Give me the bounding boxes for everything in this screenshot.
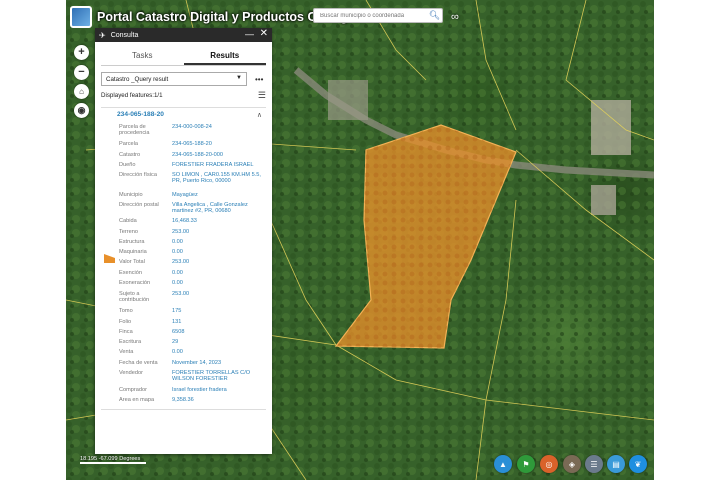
attr-value: 6508 xyxy=(172,329,185,335)
attr-key: Catastro xyxy=(119,152,141,158)
attr-value: FORESTIER TORRELLAS C/O WILSON FORESTIER xyxy=(172,370,251,383)
minus-icon[interactable]: − xyxy=(74,65,89,80)
attr-key: Valor Total xyxy=(119,259,145,265)
search-icon[interactable]: 🔍︎ xyxy=(427,9,442,22)
attr-key: Parcela xyxy=(119,141,138,147)
attr-value: 0.00 xyxy=(172,249,183,255)
cart-icon[interactable]: ❦ xyxy=(629,455,647,473)
attr-value: 16,468.33 xyxy=(172,218,197,224)
attr-key: Terreno xyxy=(119,229,138,235)
attr-key: Exención xyxy=(119,270,143,276)
attr-value: 0.00 xyxy=(172,239,183,245)
panel-title: Consulta xyxy=(110,31,139,39)
building xyxy=(591,185,616,215)
attr-key: Dueño xyxy=(119,162,136,168)
home-icon[interactable]: ⌂ xyxy=(74,84,89,99)
attr-value: 253.00 xyxy=(172,259,190,265)
displayed-features-text: Displayed features:1/1 xyxy=(101,92,163,99)
attr-key: Venta xyxy=(119,349,134,355)
list-icon[interactable]: ☰ xyxy=(585,455,603,473)
layers-icon[interactable]: ◈ xyxy=(563,455,581,473)
displayed-features-row: Displayed features:1/1 ☰ xyxy=(101,90,266,102)
panel-header: ✈ Consulta — ✕ xyxy=(95,28,272,42)
car-icon: ✈ xyxy=(99,30,106,40)
attr-value: 29 xyxy=(172,339,179,345)
attr-value: November 14, 2023 xyxy=(172,360,222,366)
basemap-gallery-icon[interactable]: ▲ xyxy=(494,455,512,473)
attr-key: Escritura xyxy=(119,339,142,345)
search-box[interactable]: 🔍︎ xyxy=(313,8,443,23)
link-icon[interactable]: ∞ xyxy=(451,11,459,23)
attr-key: Folio xyxy=(119,319,132,325)
flag-icon[interactable]: ⚑ xyxy=(517,455,535,473)
attr-value: 131 xyxy=(172,319,182,325)
attr-value: 0.00 xyxy=(172,280,183,286)
query-result-select[interactable]: Catastro _Query result ▼ xyxy=(101,72,247,86)
attr-key: Fecha de venta xyxy=(119,360,158,366)
locate-icon[interactable]: ◉ xyxy=(74,103,89,118)
parcel-symbol-icon xyxy=(104,254,115,263)
chevron-down-icon: ▼ xyxy=(236,75,242,81)
app-logo-icon xyxy=(70,6,92,28)
attr-key: Vendedor xyxy=(119,370,143,376)
query-result-value: Catastro _Query result xyxy=(106,75,169,83)
chevron-up-icon[interactable]: ∧ xyxy=(257,111,262,119)
attr-key: Maquinaria xyxy=(119,249,147,255)
measure-icon[interactable]: ◎ xyxy=(540,455,558,473)
attr-value: 175 xyxy=(172,308,182,314)
attr-key: Finca xyxy=(119,329,133,335)
attr-value: SO LIMON , CAR0.155 KM.HM 5.5, PR, Puert… xyxy=(172,172,261,185)
attr-value: Mayagüez xyxy=(172,192,198,198)
close-icon[interactable]: ✕ xyxy=(260,28,268,39)
attr-key: Dirección postal xyxy=(119,202,159,208)
minimize-icon[interactable]: — xyxy=(245,29,254,39)
building xyxy=(591,100,631,155)
attr-value: 9,358.36 xyxy=(172,397,194,403)
attr-key: Sujeto a contribución xyxy=(119,291,150,304)
feature-header[interactable]: 234-065-188-20 ∧ xyxy=(101,107,266,121)
tab-tasks[interactable]: Tasks xyxy=(101,46,184,65)
query-row: Catastro _Query result ▼ ••• xyxy=(101,72,266,86)
attr-key: Municipio xyxy=(119,192,143,198)
attr-value: 0.00 xyxy=(172,270,183,276)
folder-icon[interactable]: ▤ xyxy=(607,455,625,473)
attr-value: 253.00 xyxy=(172,291,190,297)
attr-key: Comprador xyxy=(119,387,147,393)
feature-id[interactable]: 234-065-188-20 xyxy=(117,111,164,118)
search-input[interactable] xyxy=(314,12,426,19)
attr-value: FORESTIER FRADERA ISRAEL xyxy=(172,162,254,168)
attr-value: 234-000-008-24 xyxy=(172,124,212,130)
attr-key: Area en mapa xyxy=(119,397,155,403)
attr-key: Parcela de procedencia xyxy=(119,124,150,137)
attr-key: Tomo xyxy=(119,308,133,314)
clearing xyxy=(328,80,368,120)
attr-value: Villa Angelica , Calle Gonzalez martinez… xyxy=(172,202,248,215)
attr-value: 234-065-188-20-000 xyxy=(172,152,224,158)
attr-key: Estructura xyxy=(119,239,145,245)
attr-key: Exoneración xyxy=(119,280,151,286)
attr-value: 253.00 xyxy=(172,229,190,235)
attr-value: Israel forestier fradera xyxy=(172,387,227,393)
divider xyxy=(101,409,266,410)
plus-icon[interactable]: + xyxy=(74,45,89,60)
attr-value: 234-065-188-20 xyxy=(172,141,212,147)
coordinate-readout: 18.195 -67.099 Degrees xyxy=(80,456,147,464)
more-icon[interactable]: ••• xyxy=(255,75,263,84)
attr-value: 0.00 xyxy=(172,349,183,355)
list-view-icon[interactable]: ☰ xyxy=(258,90,266,101)
attr-key: Cabida xyxy=(119,218,137,224)
attr-key: Dirección física xyxy=(119,172,157,178)
tab-results[interactable]: Results xyxy=(183,46,266,65)
panel-tabs: Tasks Results xyxy=(101,46,266,66)
